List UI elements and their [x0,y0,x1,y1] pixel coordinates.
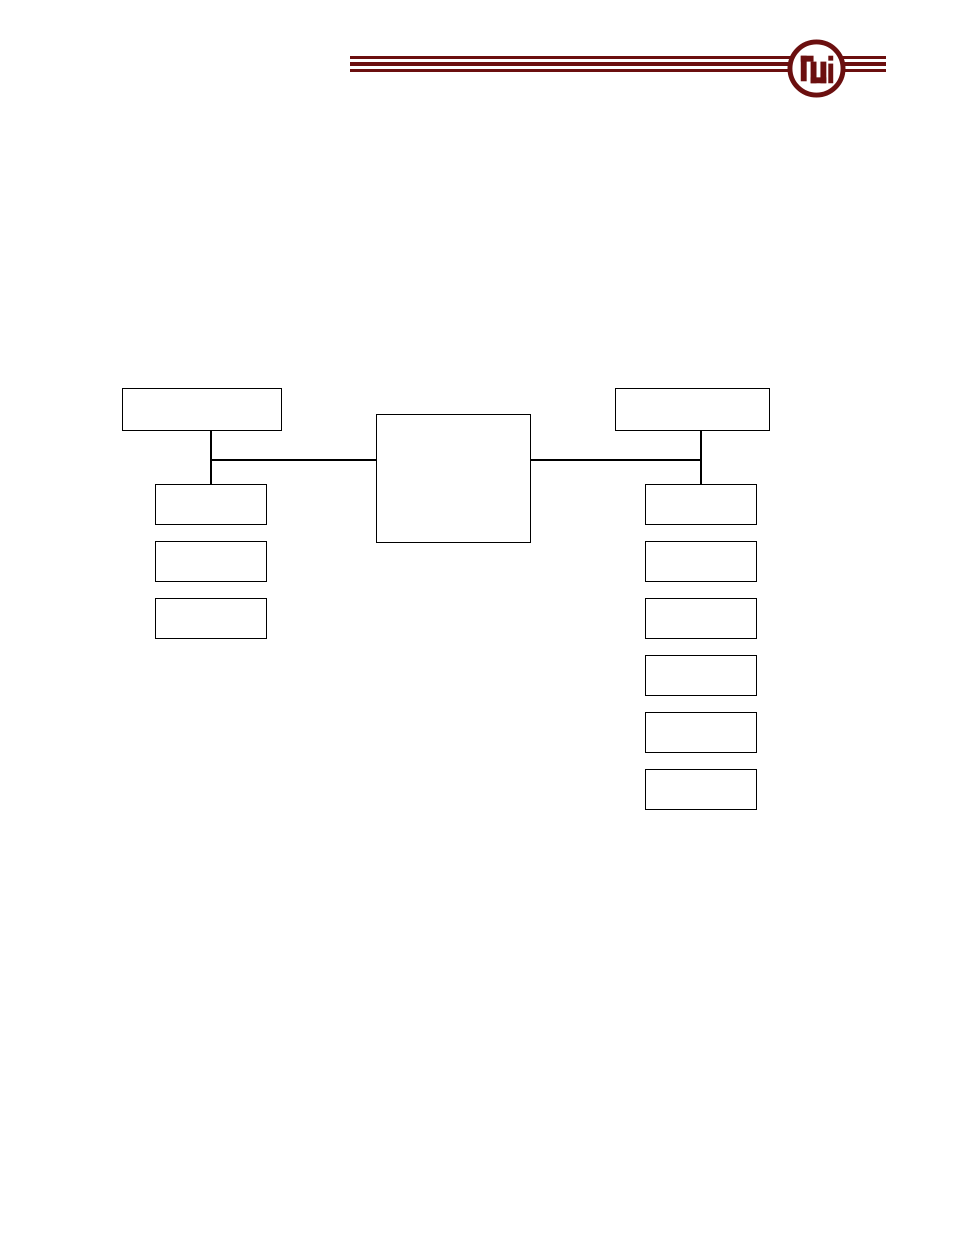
connector [210,460,212,484]
connector [531,459,701,461]
connector [210,459,376,461]
right-item-box [645,598,757,639]
connector [700,460,702,484]
center-node-box [376,414,531,543]
left-item-box [155,541,267,582]
right-item-box [645,655,757,696]
right-header-box [615,388,770,431]
brand-logo-icon [787,39,846,98]
left-header-box [122,388,282,431]
left-item-box [155,484,267,525]
right-item-box [645,484,757,525]
right-item-box [645,712,757,753]
right-item-box [645,541,757,582]
right-item-box [645,769,757,810]
left-item-box [155,598,267,639]
connector [700,431,702,460]
connector [210,431,212,460]
